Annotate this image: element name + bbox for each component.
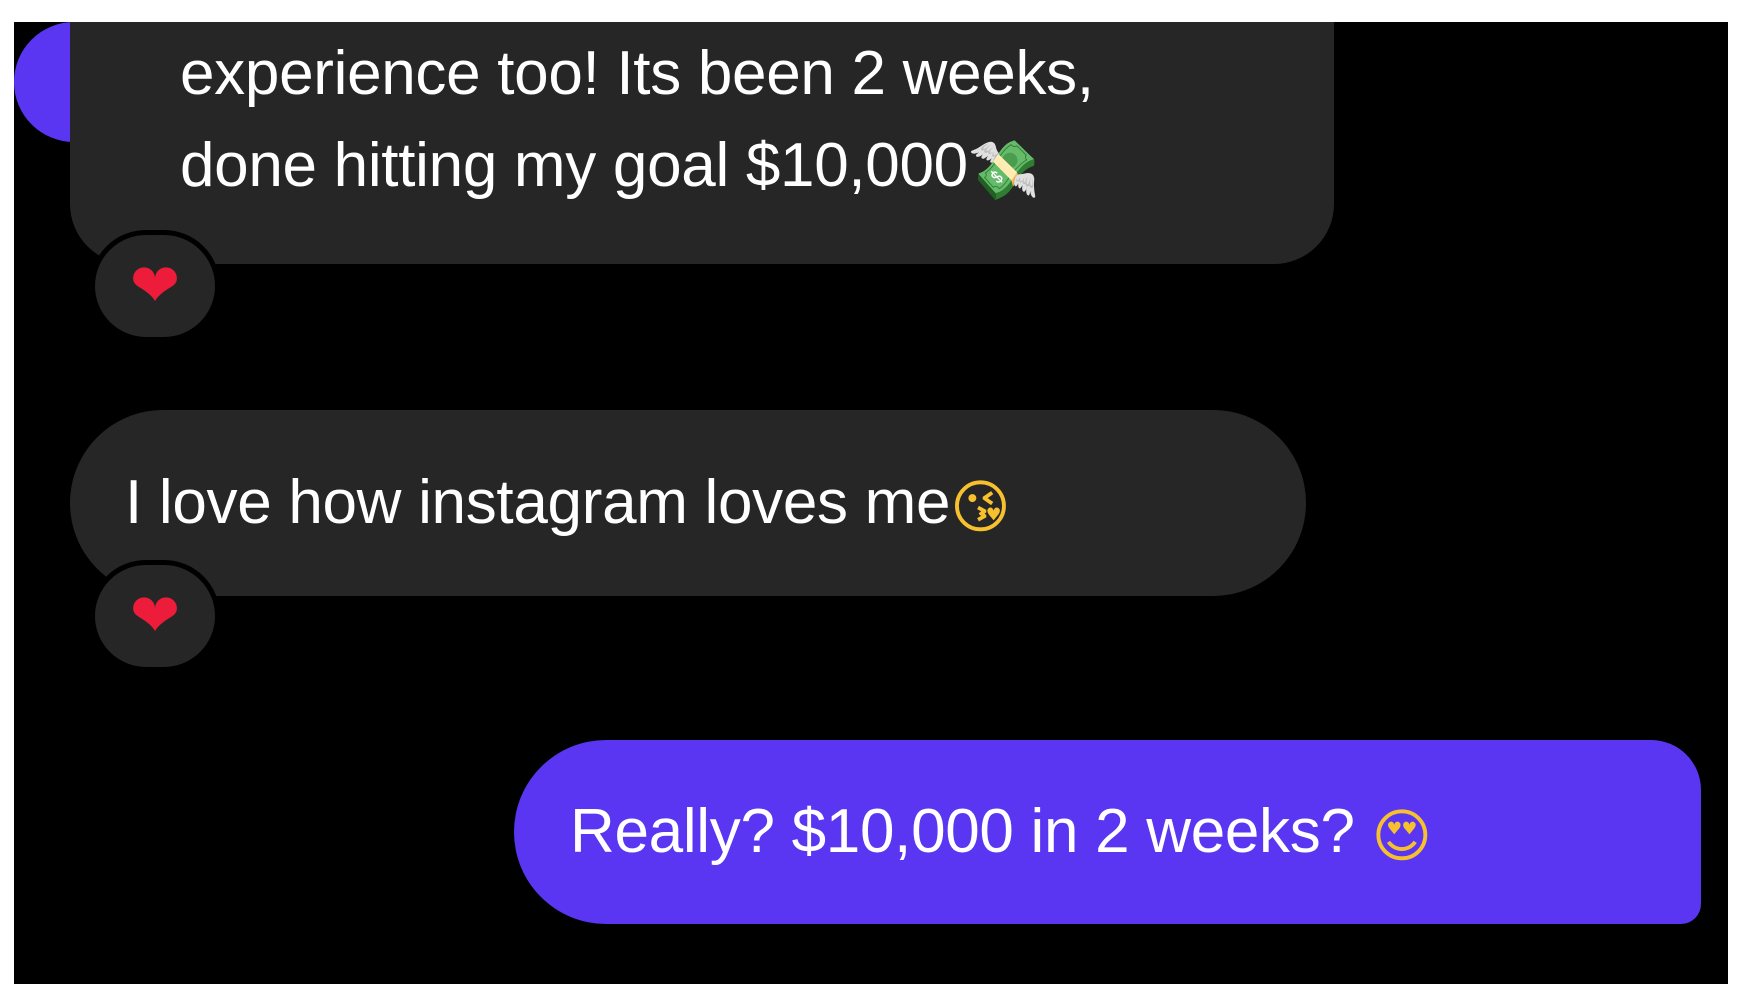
red-heart-icon: ❤ <box>129 251 181 321</box>
reaction-badge[interactable]: ❤ <box>90 560 220 672</box>
message-text: done hitting my goal $10,000 <box>180 131 968 200</box>
incoming-message-bubble[interactable]: I love how instagram loves me😘 <box>70 410 1306 596</box>
outgoing-message-bubble[interactable]: Really? $10,000 in 2 weeks? 😍 <box>514 740 1701 924</box>
money-with-wings-icon: 💸 <box>967 136 1040 204</box>
incoming-message-bubble[interactable]: experience too! Its been 2 weeks, done h… <box>70 22 1334 264</box>
chat-screen: experience too! Its been 2 weeks, done h… <box>14 22 1728 984</box>
message-text: Really? $10,000 in 2 weeks? <box>570 797 1355 866</box>
message-text: I love how instagram loves me <box>125 468 951 537</box>
red-heart-icon: ❤ <box>129 581 181 651</box>
reaction-badge[interactable]: ❤ <box>90 230 220 342</box>
heart-eyes-icon: 😍 <box>1371 802 1432 870</box>
face-blowing-kiss-icon: 😘 <box>950 473 1011 541</box>
message-text-line: done hitting my goal $10,000💸 <box>180 120 1334 216</box>
message-text-line: experience too! Its been 2 weeks, <box>180 39 1094 108</box>
